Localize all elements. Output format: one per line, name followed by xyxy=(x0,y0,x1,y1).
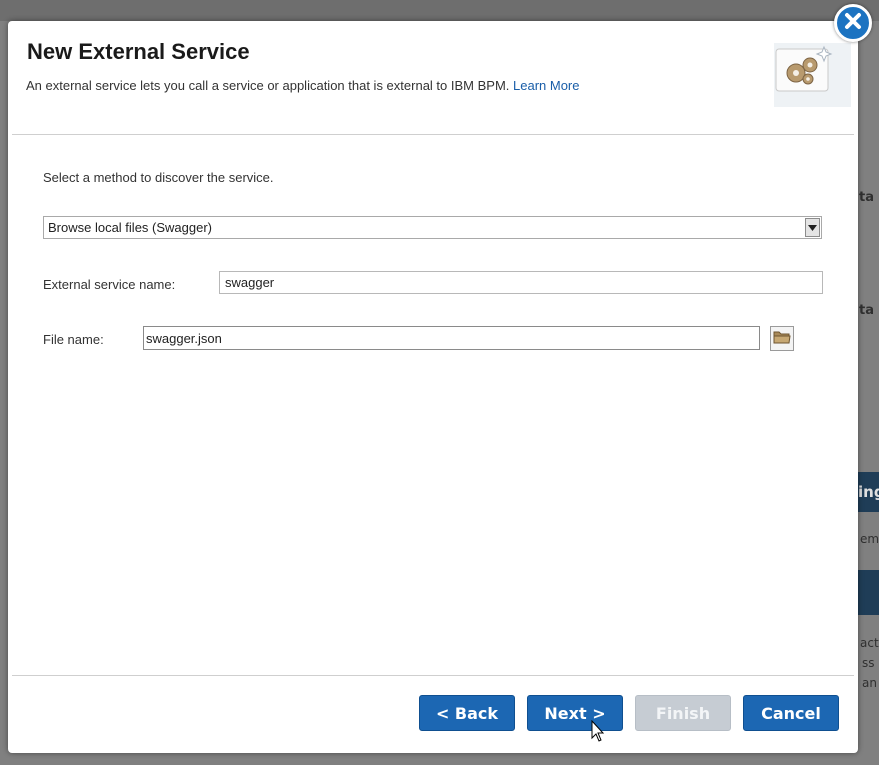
background-text: ta xyxy=(859,190,874,205)
service-name-label: External service name: xyxy=(43,277,176,292)
background-top-bar xyxy=(0,0,879,21)
background-text: ing xyxy=(858,483,879,501)
background-text: ss xyxy=(862,656,875,670)
discover-method-label: Select a method to discover the service. xyxy=(43,170,274,185)
browse-file-button[interactable] xyxy=(770,326,794,351)
discover-method-value: Browse local files (Swagger) xyxy=(48,220,213,235)
finish-button[interactable]: Finish xyxy=(635,695,731,731)
background-panel xyxy=(858,570,879,615)
close-icon xyxy=(844,12,862,34)
learn-more-link[interactable]: Learn More xyxy=(513,78,579,93)
discover-method-select[interactable]: Browse local files (Swagger) xyxy=(43,216,822,239)
dropdown-arrow-icon[interactable] xyxy=(805,218,820,237)
folder-icon xyxy=(773,329,791,348)
dialog-title: New External Service xyxy=(27,39,250,64)
file-name-label: File name: xyxy=(43,332,104,347)
gears-icon xyxy=(774,43,851,107)
back-button[interactable]: < Back xyxy=(419,695,515,731)
new-external-service-dialog: New External Service An external service… xyxy=(8,21,858,753)
service-name-input[interactable] xyxy=(219,271,823,294)
cancel-button[interactable]: Cancel xyxy=(743,695,839,731)
background-text: act xyxy=(860,636,879,650)
close-dialog-button[interactable] xyxy=(834,4,872,42)
mouse-pointer-icon xyxy=(591,720,605,742)
next-button[interactable]: Next > xyxy=(527,695,623,731)
background-text: em xyxy=(860,532,879,546)
background-text: an xyxy=(862,676,877,690)
dialog-description: An external service lets you call a serv… xyxy=(26,78,510,93)
dialog-subtitle: An external service lets you call a serv… xyxy=(26,78,580,93)
footer-divider xyxy=(12,675,854,676)
header-divider xyxy=(12,134,854,135)
file-name-input[interactable] xyxy=(143,326,760,350)
background-text: ta xyxy=(859,303,874,318)
